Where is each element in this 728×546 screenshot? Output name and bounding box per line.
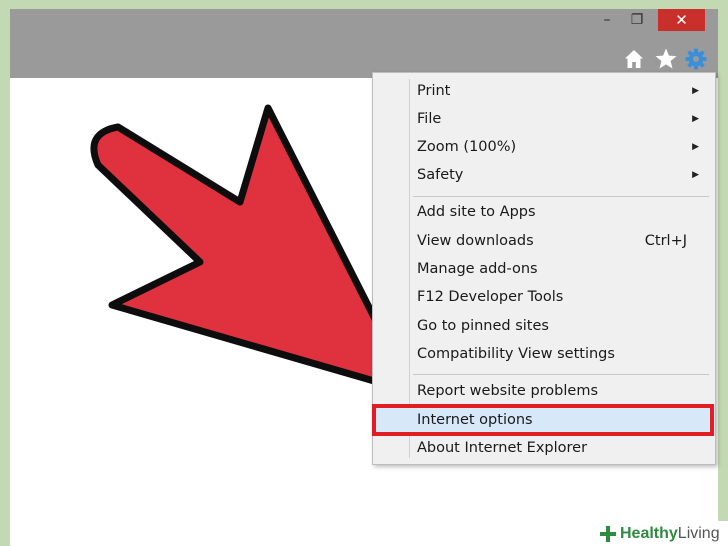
submenu-arrow-icon: ▶ <box>692 142 699 152</box>
title-bar: – ❐ ✕ <box>10 9 718 78</box>
menu-item-add-site-to-apps[interactable]: Add site to Apps <box>375 198 713 226</box>
gear-icon[interactable] <box>683 46 709 72</box>
menu-item-pinned-sites[interactable]: Go to pinned sites <box>375 312 713 340</box>
menu-item-manage-add-ons[interactable]: Manage add-ons <box>375 255 713 283</box>
menu-item-print[interactable]: Print ▶ <box>375 77 713 105</box>
menu-item-report-problems[interactable]: Report website problems <box>375 377 713 405</box>
menu-separator <box>413 374 709 375</box>
menu-item-compatibility-view[interactable]: Compatibility View settings <box>375 340 713 368</box>
menu-item-view-downloads[interactable]: View downloads Ctrl+J <box>375 227 713 255</box>
menu-item-internet-options[interactable]: Internet options <box>375 406 713 434</box>
submenu-arrow-icon: ▶ <box>692 86 699 96</box>
menu-item-file[interactable]: File ▶ <box>375 105 713 133</box>
minimize-button[interactable]: – <box>596 9 618 31</box>
menu-item-developer-tools[interactable]: F12 Developer Tools <box>375 283 713 311</box>
menu-item-about[interactable]: About Internet Explorer <box>375 434 713 462</box>
close-button[interactable]: ✕ <box>658 9 705 31</box>
tools-menu: Print ▶ File ▶ Zoom (100%) ▶ Safety ▶ Ad… <box>372 72 716 465</box>
watermark: Healthy Living <box>596 521 728 546</box>
menu-item-zoom[interactable]: Zoom (100%) ▶ <box>375 133 713 161</box>
star-icon[interactable] <box>653 46 679 72</box>
restore-button[interactable]: ❐ <box>624 9 650 31</box>
watermark-word-2: Living <box>677 524 720 542</box>
menu-separator <box>413 196 709 197</box>
submenu-arrow-icon: ▶ <box>692 170 699 180</box>
home-icon[interactable] <box>621 46 647 72</box>
plus-leaf-icon <box>600 525 616 542</box>
menu-item-safety[interactable]: Safety ▶ <box>375 161 713 189</box>
submenu-arrow-icon: ▶ <box>692 114 699 124</box>
shortcut-label: Ctrl+J <box>644 233 687 249</box>
watermark-word-1: Healthy <box>620 524 678 542</box>
